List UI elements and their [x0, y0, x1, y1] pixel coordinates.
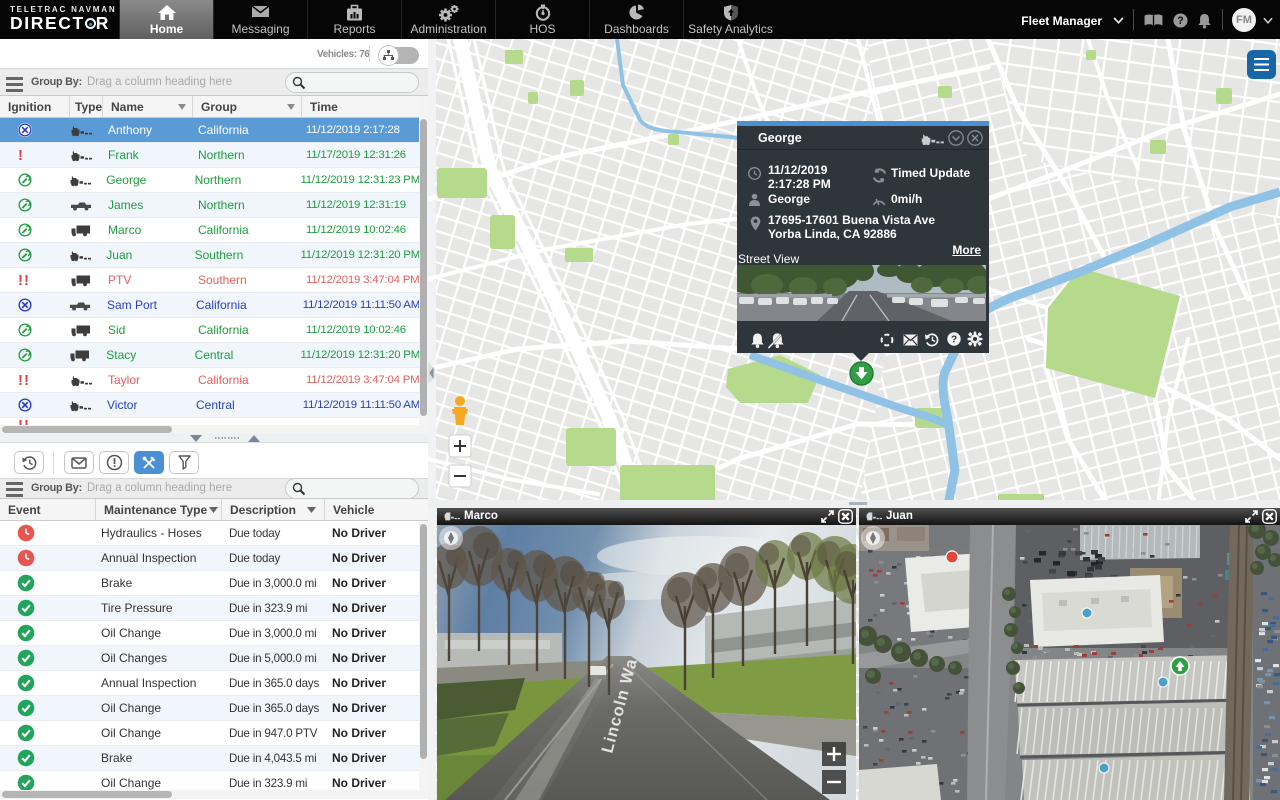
svg-text:?: ? [1177, 15, 1183, 27]
svg-text:?: ? [951, 335, 957, 346]
